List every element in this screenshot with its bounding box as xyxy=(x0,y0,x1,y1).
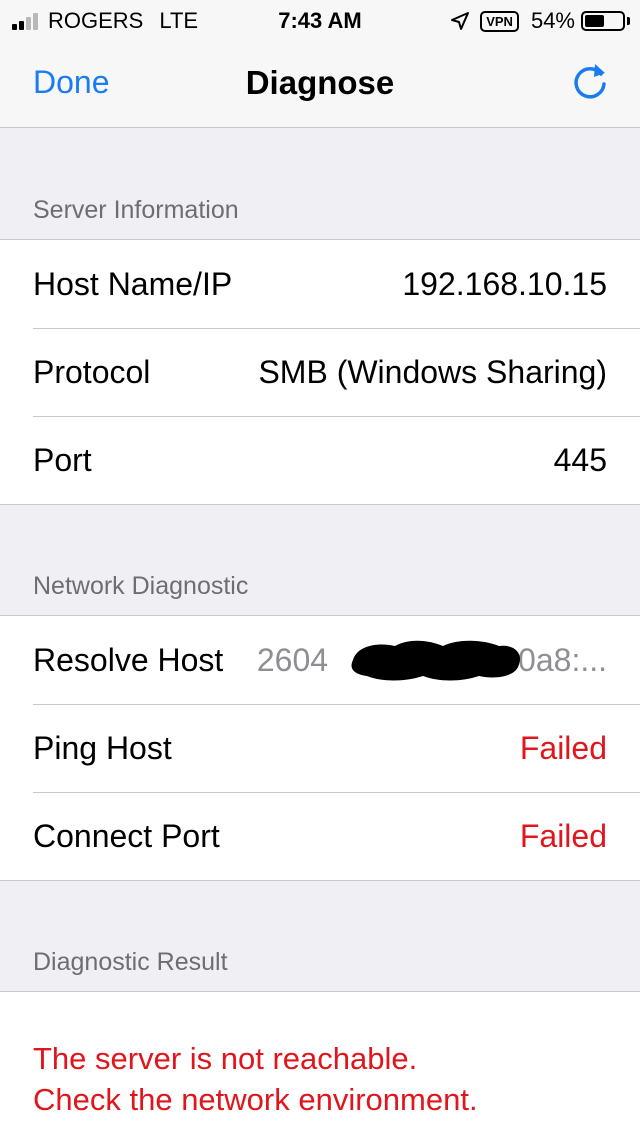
diagnostic-result-group: The server is not reachable. Check the n… xyxy=(0,991,640,1136)
battery-percent: 54% xyxy=(530,8,575,33)
redaction-scribble xyxy=(351,640,520,680)
diagnose-screen: ROGERS LTE 7:43 AM VPN 54% Done Diagnose… xyxy=(0,0,640,1136)
navigation-bar: Done Diagnose xyxy=(0,40,640,128)
resolve-host-value-start: 2604 xyxy=(256,641,329,678)
battery-tip xyxy=(627,17,630,25)
network-diagnostic-group: Resolve Host 2604 0a8:... Ping Host Faile… xyxy=(0,615,640,881)
connect-port-row: Connect Port Failed xyxy=(0,792,640,880)
battery-fill xyxy=(585,15,604,27)
port-row: Port 445 xyxy=(0,416,640,504)
result-line-2: Check the network environment. xyxy=(33,1082,478,1117)
protocol-row: Protocol SMB (Windows Sharing) xyxy=(0,328,640,416)
network-diagnostic-header: Network Diagnostic xyxy=(33,572,249,600)
connect-port-status: Failed xyxy=(519,817,607,854)
location-arrow-icon xyxy=(451,12,470,30)
port-value: 445 xyxy=(553,441,607,478)
result-line-1: The server is not reachable. xyxy=(33,1041,418,1076)
page-title: Diagnose xyxy=(245,64,395,101)
host-label: Host Name/IP xyxy=(33,265,233,302)
battery-icon xyxy=(581,11,625,31)
resolve-host-row: Resolve Host 2604 0a8:... xyxy=(0,616,640,704)
protocol-value: SMB (Windows Sharing) xyxy=(258,353,607,390)
ping-host-label: Ping Host xyxy=(33,729,172,766)
vpn-badge: VPN xyxy=(480,10,519,32)
port-label: Port xyxy=(33,441,92,478)
ping-host-row: Ping Host Failed xyxy=(0,704,640,792)
resolve-host-value: 2604 0a8:... xyxy=(256,640,607,680)
resolve-host-value-end: 0a8:... xyxy=(518,641,607,678)
status-right: VPN 54% xyxy=(450,8,630,34)
diagnostic-result-message: The server is not reachable. Check the n… xyxy=(33,1038,478,1120)
server-information-group: Host Name/IP 192.168.10.15 Protocol SMB … xyxy=(0,239,640,505)
host-row: Host Name/IP 192.168.10.15 xyxy=(0,240,640,328)
resolve-host-label: Resolve Host xyxy=(33,641,224,678)
host-value: 192.168.10.15 xyxy=(402,265,607,302)
connect-port-label: Connect Port xyxy=(33,817,220,854)
status-bar: ROGERS LTE 7:43 AM VPN 54% xyxy=(0,0,640,40)
protocol-label: Protocol xyxy=(33,353,151,390)
server-information-header: Server Information xyxy=(33,196,239,224)
refresh-icon[interactable] xyxy=(568,60,612,104)
diagnostic-result-header: Diagnostic Result xyxy=(33,948,228,976)
ping-host-status: Failed xyxy=(519,729,607,766)
